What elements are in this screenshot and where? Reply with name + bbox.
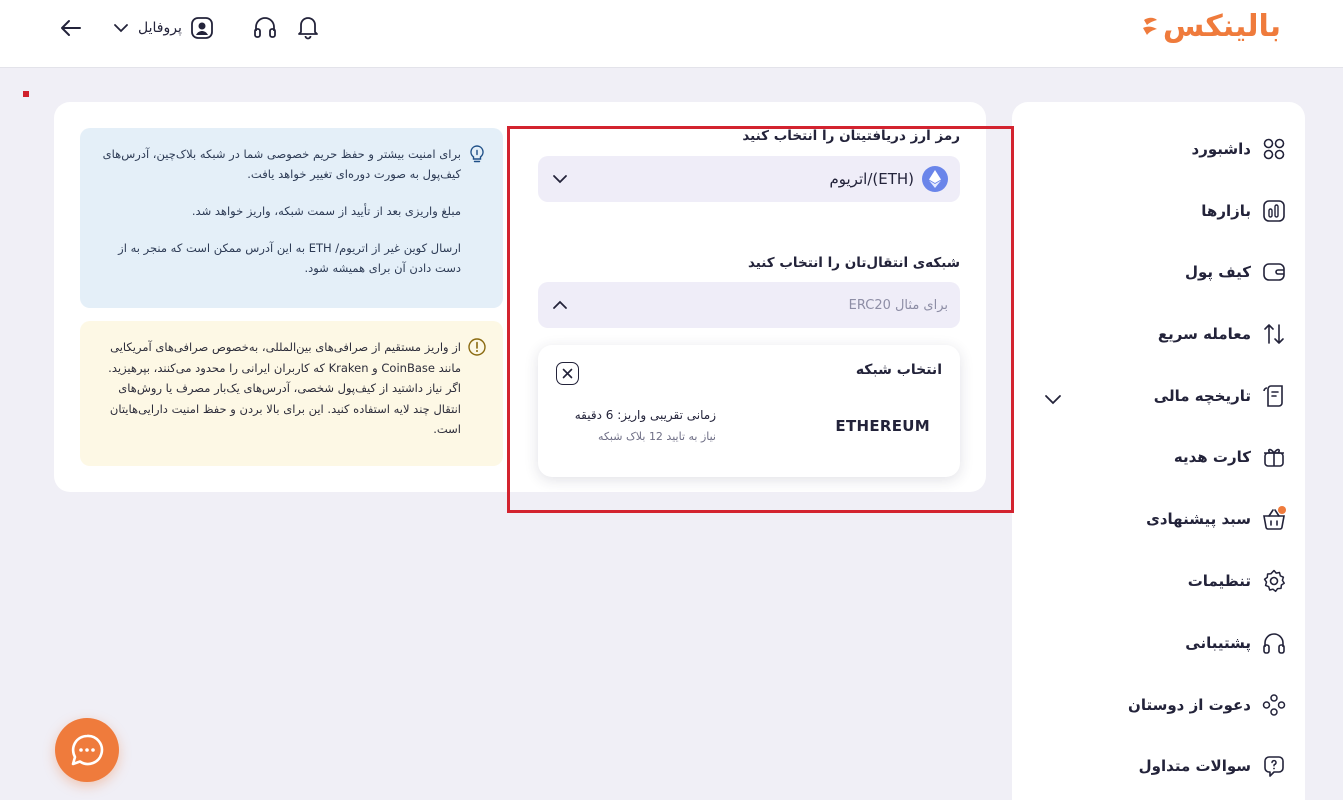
- warning-notice: از واریز مستقیم از صرافی‌های بین‌المللی،…: [80, 321, 503, 466]
- sidebar-item-label: داشبورد: [1191, 140, 1251, 158]
- red-marker: [23, 91, 29, 97]
- support-button[interactable]: [252, 14, 278, 44]
- brand-logo[interactable]: بالینکس: [1141, 6, 1281, 46]
- chat-bubble-icon: [71, 734, 104, 766]
- sidebar-item-label: معامله سریع: [1157, 325, 1251, 343]
- notification-dot: [1278, 506, 1286, 514]
- panel-title: انتخاب شبکه: [855, 362, 942, 378]
- sidebar-item-support[interactable]: پشتیبانی: [1027, 623, 1287, 663]
- logo-text: بالینکس: [1162, 8, 1281, 44]
- swap-arrows-icon: [1261, 321, 1287, 347]
- warning-icon: [468, 338, 486, 356]
- sidebar-item-invite-friends[interactable]: دعوت از دوستان: [1027, 685, 1287, 725]
- ethereum-icon: [922, 166, 948, 192]
- sidebar-item-label: بازارها: [1201, 202, 1251, 220]
- wallet-icon: [1261, 259, 1287, 285]
- sidebar-item-label: تاریخچه مالی: [1153, 387, 1251, 405]
- sidebar-item-quick-trade[interactable]: معامله سریع: [1027, 314, 1287, 354]
- coin-select-value: اتریوم/(ETH): [829, 170, 914, 188]
- sidebar-item-settings[interactable]: تنظیمات: [1027, 561, 1287, 601]
- basket-icon: [1261, 506, 1287, 532]
- sidebar-item-label: پشتیبانی: [1185, 634, 1251, 652]
- sidebar-item-label: تنظیمات: [1187, 572, 1251, 590]
- receipt-icon: [1261, 383, 1287, 409]
- chart-bars-icon: [1261, 198, 1287, 224]
- logo-mark-icon: [1142, 17, 1157, 35]
- sidebar-item-label: کیف پول: [1185, 263, 1251, 281]
- user-icon: [190, 17, 213, 39]
- network-name: ETHEREUM: [835, 417, 930, 435]
- sidebar-item-markets[interactable]: بازارها: [1027, 191, 1287, 231]
- settings-icon: [1261, 568, 1287, 594]
- bell-icon: [298, 17, 318, 40]
- sidebar-item-wallet[interactable]: کیف پول: [1027, 252, 1287, 292]
- info-paragraph: ارسال کوین غیر از اتریوم/ ETH به این آدر…: [118, 241, 461, 275]
- question-icon: [1261, 753, 1287, 779]
- gift-icon: [1261, 444, 1287, 470]
- chevron-up-icon: [553, 300, 567, 309]
- top-header: پروفایل بالینکس: [0, 0, 1343, 68]
- back-button[interactable]: [58, 12, 84, 44]
- sidebar-item-label: سبد پیشنهادی: [1146, 510, 1251, 528]
- network-select-placeholder: برای مثال ERC20: [848, 297, 948, 313]
- grid-icon: [1261, 136, 1287, 162]
- chevron-down-icon: [114, 24, 128, 33]
- info-notice: برای امنیت بیشتر و حفظ حریم خصوصی شما در…: [80, 128, 503, 308]
- profile-label: پروفایل: [138, 20, 182, 36]
- sidebar-item-dashboard[interactable]: داشبورد: [1027, 129, 1287, 169]
- headset-icon: [1261, 630, 1287, 656]
- sidebar-item-financial-history[interactable]: تاریخچه مالی: [1027, 376, 1287, 416]
- sidebar-item-label: کارت هدیه: [1173, 448, 1251, 466]
- sidebar-item-faq[interactable]: سوالات متداول: [1027, 746, 1287, 786]
- info-paragraph: مبلغ واریزی بعد از تأیید از سمت شبکه، وا…: [191, 204, 461, 218]
- notifications-button[interactable]: [295, 14, 321, 44]
- chevron-down-icon: [553, 175, 567, 184]
- warning-text: از واریز مستقیم از صرافی‌های بین‌المللی،…: [108, 340, 461, 436]
- arrow-left-icon: [61, 20, 81, 36]
- deposit-time: زمانی تقریبی واریز: 6 دقیقه: [574, 408, 716, 422]
- sidebar: داشبورد بازارها کیف پول معامله سریع تاری…: [1012, 102, 1305, 800]
- coin-select[interactable]: اتریوم/(ETH): [538, 156, 960, 202]
- close-button[interactable]: [556, 362, 579, 385]
- sidebar-item-label: سوالات متداول: [1138, 757, 1251, 775]
- coin-select-label: رمز ارز دریافتیتان را انتخاب کنید: [742, 128, 960, 144]
- users-icon: [1261, 692, 1287, 718]
- sidebar-item-label: دعوت از دوستان: [1128, 696, 1251, 714]
- close-icon: [562, 368, 573, 379]
- sidebar-item-suggested-basket[interactable]: سبد پیشنهادی: [1027, 499, 1287, 539]
- info-paragraph: برای امنیت بیشتر و حفظ حریم خصوصی شما در…: [102, 147, 461, 181]
- headset-icon: [254, 17, 276, 38]
- sidebar-item-gift-card[interactable]: کارت هدیه: [1027, 437, 1287, 477]
- chevron-down-icon[interactable]: [1042, 388, 1064, 410]
- network-dropdown-panel: انتخاب شبکه ETHEREUM زمانی تقریبی واریز:…: [538, 345, 960, 477]
- network-option-ethereum[interactable]: ETHEREUM زمانی تقریبی واریز: 6 دقیقه نیا…: [538, 395, 960, 455]
- network-select-label: شبکه‌ی انتقال‌تان را انتخاب کنید: [747, 255, 960, 271]
- lightbulb-icon: [470, 145, 484, 163]
- chat-button[interactable]: [55, 718, 119, 782]
- network-select[interactable]: برای مثال ERC20: [538, 282, 960, 328]
- profile-menu[interactable]: پروفایل: [112, 12, 214, 44]
- confirmations-required: نیاز به تایید 12 بلاک شبکه: [597, 430, 716, 443]
